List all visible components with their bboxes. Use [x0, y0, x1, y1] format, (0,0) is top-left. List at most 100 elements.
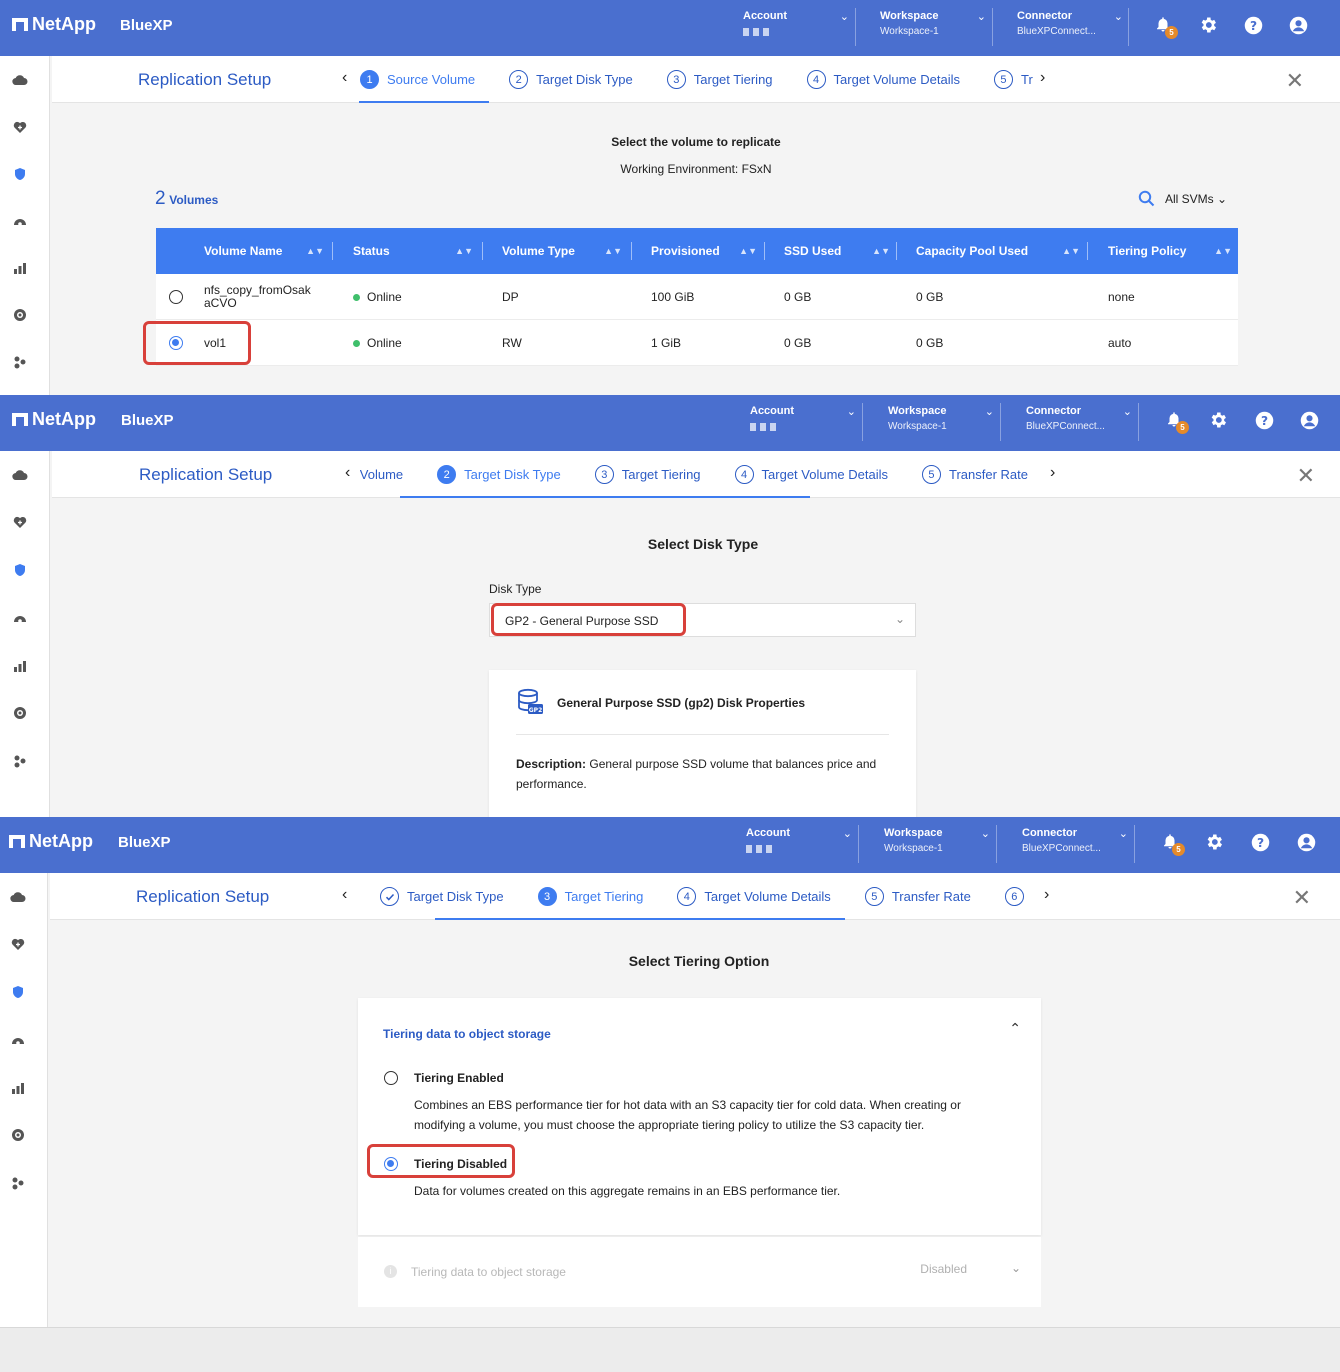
connector-selector[interactable]: Connector BlueXPConnect... ⌄: [1026, 405, 1146, 441]
analytics-bar-icon[interactable]: [12, 260, 28, 276]
governance-icon[interactable]: [12, 213, 28, 229]
chevron-up-icon[interactable]: ⌃: [1009, 1020, 1021, 1037]
radio-tiering-enabled[interactable]: [384, 1071, 398, 1085]
tiering-policy-cell: auto: [1108, 336, 1132, 350]
settings-button[interactable]: [1203, 831, 1225, 853]
step-target-volume-details[interactable]: 4 Target Volume Details: [734, 465, 888, 484]
notification-badge: 5: [1172, 842, 1185, 856]
notifications-button[interactable]: 5: [1159, 831, 1185, 856]
connector-selector[interactable]: Connector BlueXPConnect... ⌄: [1022, 827, 1142, 863]
storage-cloud-icon[interactable]: [10, 889, 26, 905]
step-target-disk-type[interactable]: 2 Target Disk Type: [509, 70, 633, 89]
step-target-disk-type[interactable]: 2 Target Disk Type: [437, 465, 561, 484]
step-target-disk-type[interactable]: Target Disk Type: [380, 887, 504, 906]
netapp-logo[interactable]: NetApp: [9, 831, 93, 852]
storage-cloud-icon[interactable]: [12, 72, 28, 88]
step-label: Target Tiering: [564, 889, 644, 904]
divider: [992, 8, 993, 46]
step-target-tiering[interactable]: 3 Target Tiering: [666, 70, 773, 89]
step-source-volume[interactable]: 1Source Volume: [360, 70, 475, 89]
workspace-selector[interactable]: Workspace Workspace-1 ⌄: [880, 10, 1000, 46]
column-header[interactable]: SSD Used ▲▼: [784, 228, 896, 274]
chevron-right-icon[interactable]: ›: [1050, 464, 1055, 482]
help-button[interactable]: ?: [1249, 831, 1271, 853]
help-button[interactable]: ?: [1242, 14, 1264, 36]
product-name: BlueXP: [118, 834, 171, 851]
protection-shield-icon[interactable]: [12, 562, 28, 578]
step-target-tiering[interactable]: 3 Target Tiering: [594, 465, 701, 484]
account-value-redacted: [743, 28, 771, 36]
chevron-right-icon[interactable]: ›: [1044, 886, 1049, 904]
step-transfer-rate[interactable]: 5 Transfer Rate: [864, 887, 971, 906]
step-target-volume-details[interactable]: 4 Target Volume Details: [677, 887, 831, 906]
step-transfer-rate[interactable]: 5 Tr: [993, 70, 1033, 89]
column-header[interactable]: Volume Type ▲▼: [502, 228, 628, 274]
step-source-volume[interactable]: 1Source Volume: [360, 465, 403, 484]
status-cell: Online: [353, 274, 402, 320]
extensions-icon[interactable]: [12, 354, 28, 370]
health-icon[interactable]: [10, 936, 26, 952]
search-icon[interactable]: [1138, 190, 1155, 207]
radio-button[interactable]: [169, 290, 183, 304]
check-circle-icon: [380, 887, 399, 906]
analytics-bar-icon[interactable]: [12, 658, 28, 674]
help-button[interactable]: ?: [1253, 409, 1275, 431]
account-selector[interactable]: Account ⌄: [746, 827, 866, 863]
workspace-selector[interactable]: Workspace Workspace-1 ⌄: [884, 827, 1004, 863]
mobility-icon[interactable]: [12, 307, 28, 323]
health-icon[interactable]: [12, 119, 28, 135]
svm-dropdown[interactable]: All SVMs ⌄: [1165, 192, 1227, 206]
user-button[interactable]: [1295, 831, 1317, 853]
chevron-left-icon[interactable]: ‹: [342, 886, 347, 904]
extensions-icon[interactable]: [12, 753, 28, 769]
step-6[interactable]: 6: [1004, 887, 1032, 906]
netapp-logo[interactable]: NetApp: [12, 409, 96, 430]
volume-type-cell: DP: [502, 290, 519, 304]
protection-shield-icon[interactable]: [12, 166, 28, 182]
column-header[interactable]: Capacity Pool Used ▲▼: [916, 228, 1086, 274]
connector-selector[interactable]: Connector BlueXPConnect... ⌄: [1017, 10, 1137, 46]
close-icon[interactable]: ✕: [1293, 885, 1311, 911]
settings-button[interactable]: [1207, 409, 1229, 431]
screenshot-panel-tiering: NetApp BlueXP Account ⌄ Workspace Workspac…: [0, 817, 1340, 1327]
collapsed-section[interactable]: i Tiering data to object storage Disable…: [358, 1237, 1041, 1307]
column-header[interactable]: Status ▲▼: [353, 228, 479, 274]
table-row[interactable]: nfs_copy_fromOsak aCVO Online DP 100 GiB …: [156, 274, 1238, 320]
step-transfer-rate[interactable]: 5 Transfer Rate: [921, 465, 1028, 484]
column-header[interactable]: Provisioned ▲▼: [651, 228, 763, 274]
user-button[interactable]: [1298, 409, 1320, 431]
governance-icon[interactable]: [10, 1032, 26, 1048]
chevron-left-icon[interactable]: ‹: [345, 464, 350, 482]
chevron-left-icon[interactable]: ‹: [342, 69, 347, 87]
table-row[interactable]: vol1 Online RW 1 GiB 0 GB 0 GB auto: [156, 320, 1238, 366]
step-target-volume-details[interactable]: 4 Target Volume Details: [806, 70, 960, 89]
notifications-button[interactable]: 5: [1152, 14, 1178, 39]
close-icon[interactable]: ✕: [1297, 463, 1315, 489]
protection-shield-icon[interactable]: [10, 984, 26, 1000]
column-header[interactable]: Tiering Policy ▲▼: [1108, 228, 1238, 274]
step-target-tiering[interactable]: 3 Target Tiering: [537, 887, 644, 906]
mobility-icon[interactable]: [12, 705, 28, 721]
step-number: 4: [806, 70, 826, 89]
column-label: Volume Type: [502, 244, 575, 258]
account-selector[interactable]: Account ⌄: [743, 10, 863, 46]
close-icon[interactable]: ✕: [1286, 68, 1304, 94]
analytics-bar-icon[interactable]: [10, 1080, 26, 1096]
notifications-button[interactable]: 5: [1163, 409, 1189, 434]
workspace-selector[interactable]: Workspace Workspace-1 ⌄: [888, 405, 1008, 441]
online-status-icon: [353, 293, 360, 301]
netapp-logo[interactable]: NetApp: [12, 14, 96, 35]
extensions-icon[interactable]: [10, 1175, 26, 1191]
chevron-right-icon[interactable]: ›: [1040, 69, 1045, 87]
storage-cloud-icon[interactable]: [12, 467, 28, 483]
settings-button[interactable]: [1197, 14, 1219, 36]
step-label: Target Volume Details: [761, 467, 888, 482]
mobility-icon[interactable]: [10, 1127, 26, 1143]
row-select[interactable]: [169, 274, 183, 320]
column-header[interactable]: Volume Name ▲▼: [204, 228, 330, 274]
account-selector[interactable]: Account ⌄: [750, 405, 870, 441]
governance-icon[interactable]: [12, 610, 28, 626]
user-button[interactable]: [1287, 14, 1309, 36]
health-icon[interactable]: [12, 514, 28, 530]
product-name: BlueXP: [121, 412, 174, 429]
